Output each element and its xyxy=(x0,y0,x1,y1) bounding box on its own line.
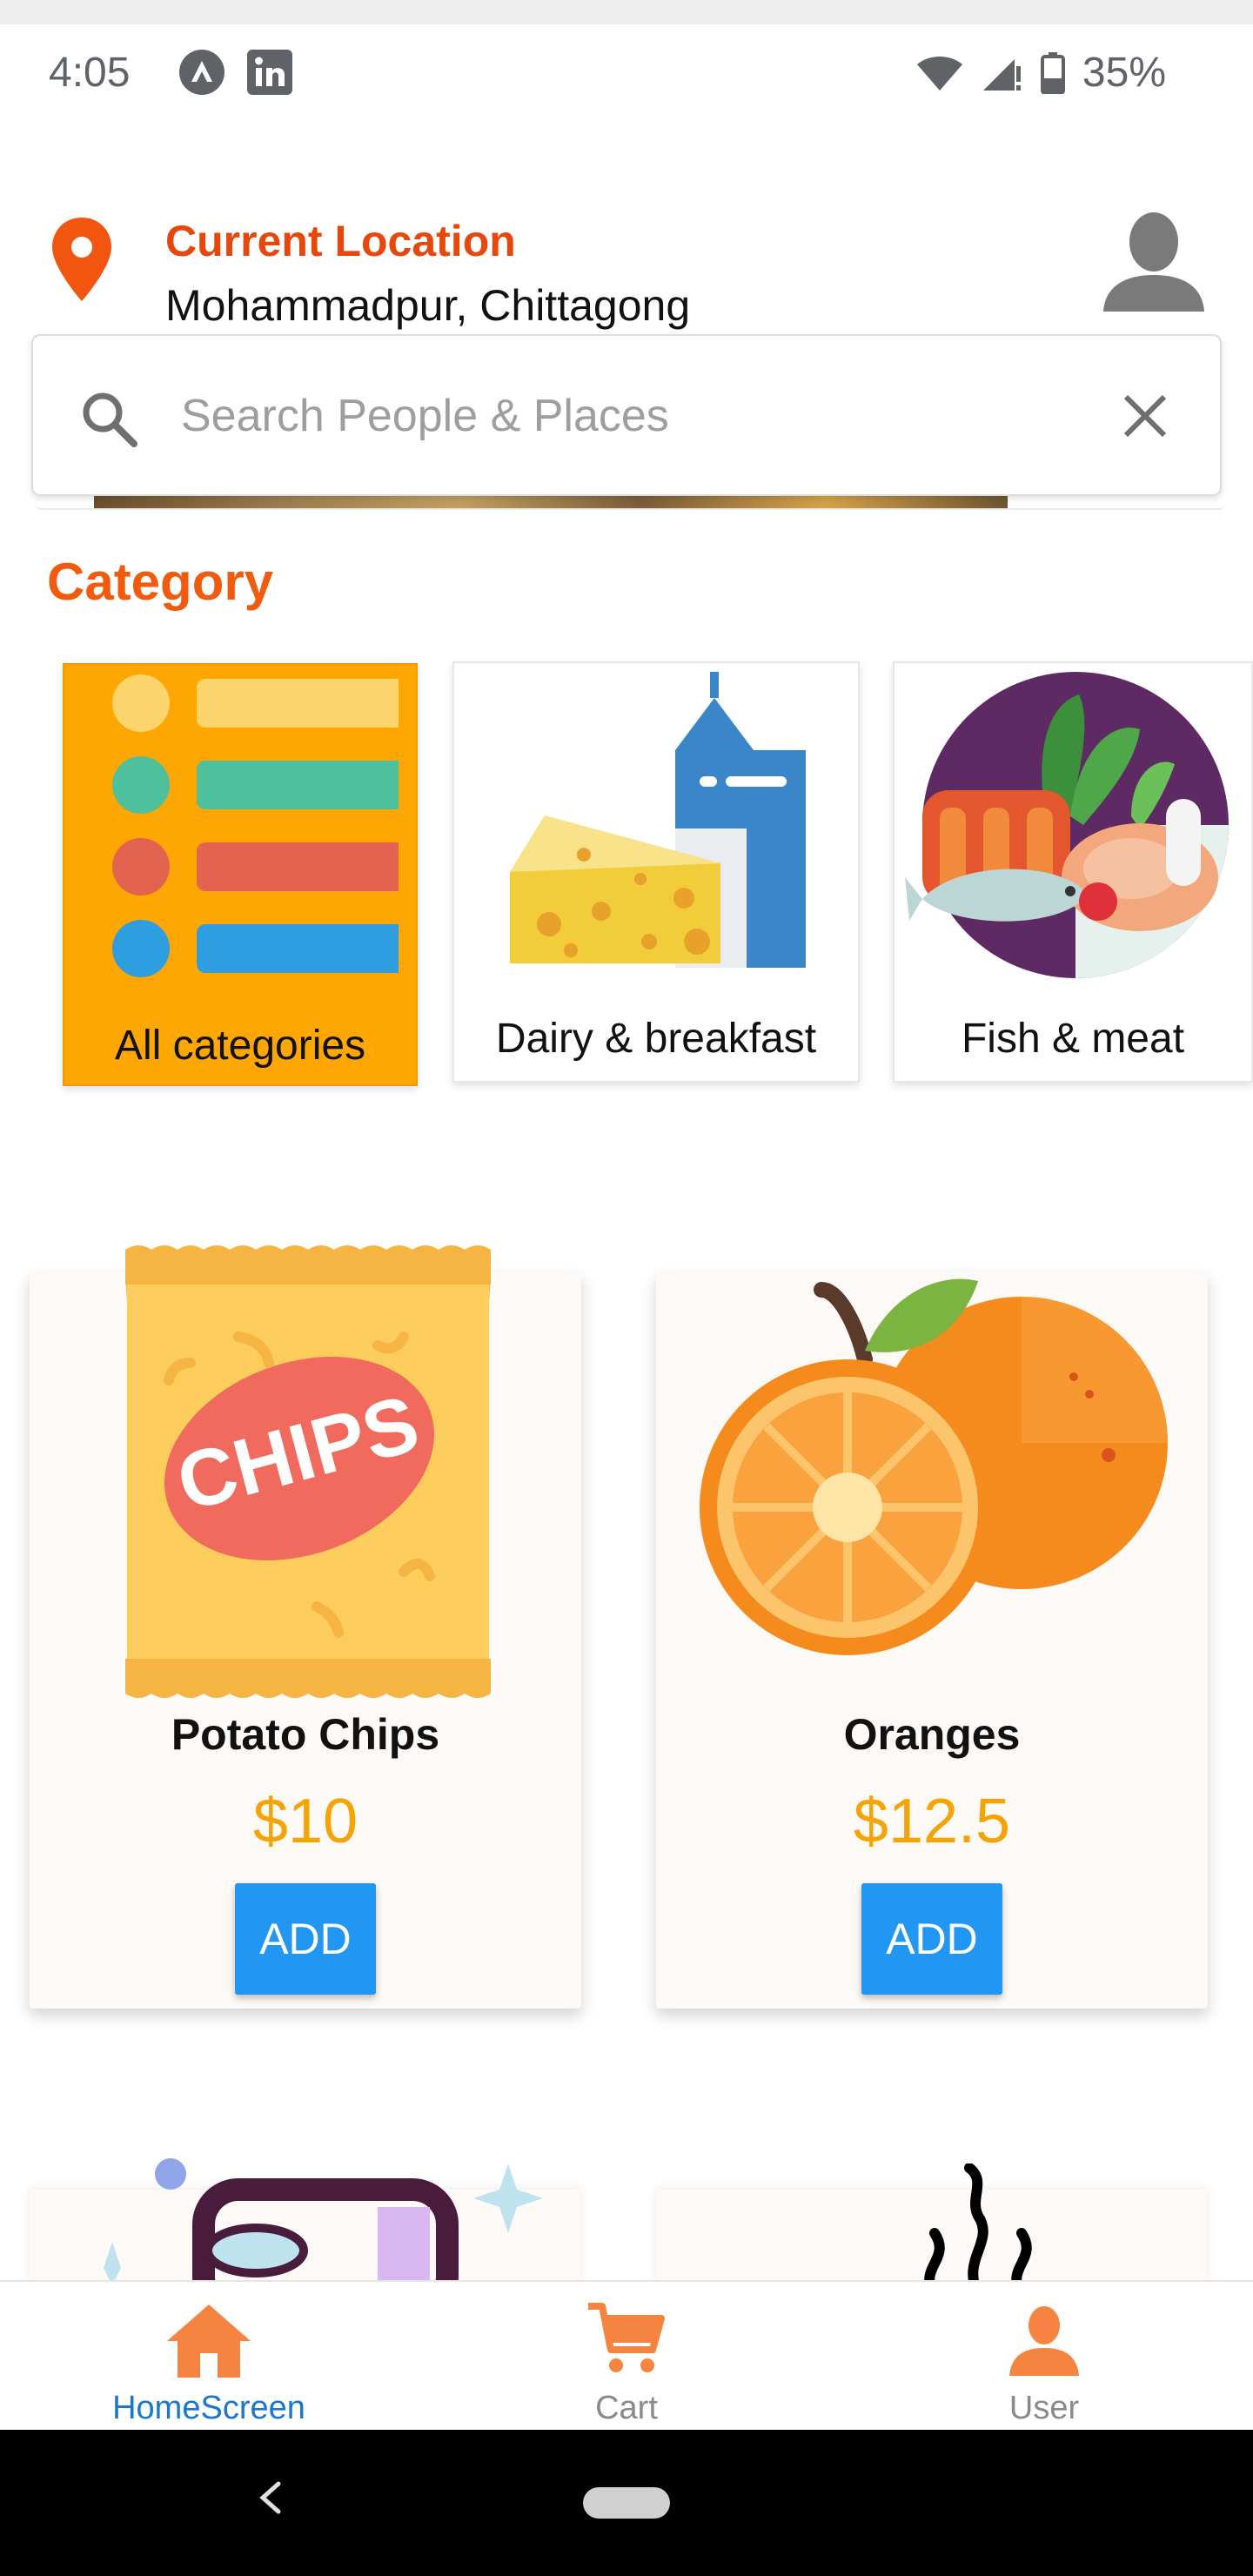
category-card-all[interactable]: All categories xyxy=(63,663,418,1086)
back-icon[interactable] xyxy=(254,2480,289,2515)
status-right: 35% xyxy=(915,49,1166,97)
nav-label-cart: Cart xyxy=(595,2390,658,2426)
system-navigation-bar xyxy=(0,2430,1253,2576)
category-card-fish-meat[interactable]: Fish & meat xyxy=(893,661,1253,1083)
home-icon xyxy=(167,2304,251,2378)
product-name: Oranges xyxy=(843,1710,1021,1759)
nav-item-home[interactable]: HomeScreen xyxy=(78,2282,339,2432)
product-image-partial xyxy=(104,2158,543,2285)
product-card[interactable]: CHIPS Potato Chips $10 ADD xyxy=(30,1245,581,2009)
linkedin-icon xyxy=(247,50,292,95)
search-box xyxy=(31,334,1222,496)
orange-fruit-icon xyxy=(700,1278,1168,1655)
category-card-dairy[interactable]: Dairy & breakfast xyxy=(452,661,860,1083)
product-name: Potato Chips xyxy=(171,1710,440,1759)
nav-label-home: HomeScreen xyxy=(112,2390,305,2426)
nav-item-cart[interactable]: Cart xyxy=(496,2282,757,2432)
wifi-icon xyxy=(916,56,962,91)
search-input[interactable] xyxy=(181,385,1051,447)
category-heading: Category xyxy=(47,553,274,611)
location-value[interactable]: Mohammadpur, Chittagong xyxy=(165,280,690,331)
add-to-cart-button[interactable]: ADD xyxy=(235,1883,376,1995)
category-label-fish-meat: Fish & meat xyxy=(961,1016,1185,1062)
user-avatar-icon[interactable] xyxy=(1100,205,1208,313)
product-price: $12.5 xyxy=(853,1787,1011,1856)
search-icon xyxy=(83,392,137,447)
potato-chips-icon: CHIPS xyxy=(125,1245,491,1698)
location-pin-icon xyxy=(52,218,111,301)
product-price: $10 xyxy=(252,1787,358,1856)
bottom-navigation: HomeScreen Cart User xyxy=(0,2280,1253,2430)
user-icon xyxy=(1009,2306,1079,2376)
cart-icon xyxy=(588,2303,665,2372)
status-bar-top xyxy=(0,0,1253,24)
nav-label-user: User xyxy=(1008,2390,1080,2426)
list-icon xyxy=(112,674,399,977)
signal-icon xyxy=(982,58,1021,91)
category-label-all: All categories xyxy=(114,1023,366,1069)
status-notification-icons xyxy=(178,49,293,96)
location-title: Current Location xyxy=(165,217,516,265)
nav-item-user[interactable]: User xyxy=(914,2282,1175,2432)
category-label-dairy: Dairy & breakfast xyxy=(495,1016,817,1062)
close-icon[interactable] xyxy=(1121,392,1169,440)
steam-icon xyxy=(924,2163,1032,2294)
battery-icon xyxy=(1040,51,1065,94)
home-pill-button[interactable] xyxy=(583,2487,670,2519)
product-card[interactable]: Oranges $12.5 ADD xyxy=(656,1272,1208,2009)
add-to-cart-button[interactable]: ADD xyxy=(861,1883,1002,1995)
dairy-icon xyxy=(510,672,806,968)
fish-meat-icon xyxy=(905,672,1229,978)
app-icon xyxy=(179,50,224,95)
battery-level: 35% xyxy=(1082,50,1166,96)
status-time: 4:05 xyxy=(49,50,131,96)
